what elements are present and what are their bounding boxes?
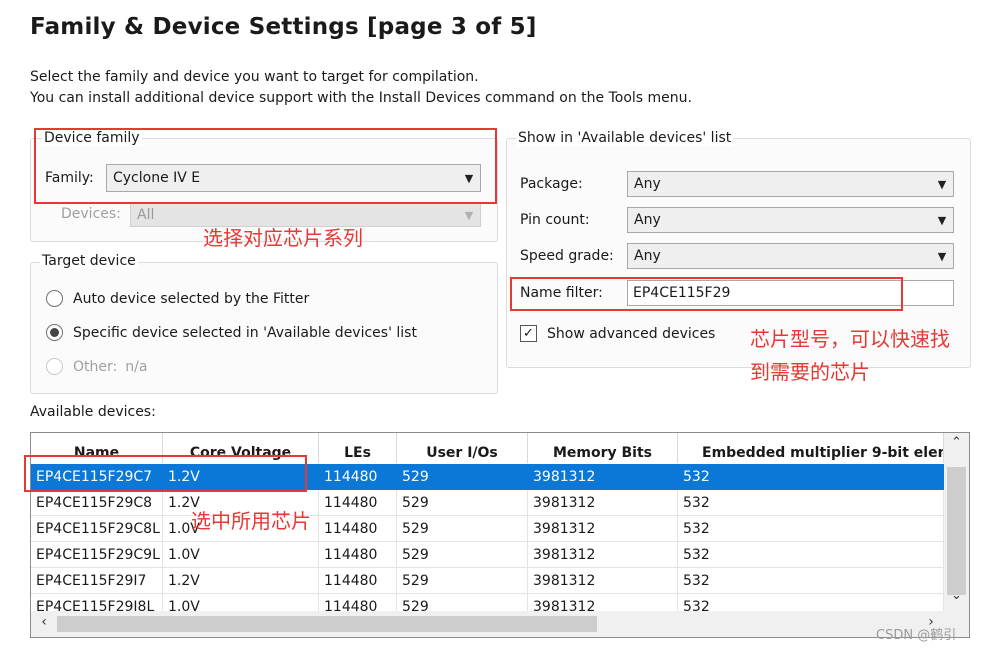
annotation-box-family [34, 128, 497, 204]
description-line-2: You can install additional device suppor… [30, 90, 692, 106]
pin-count-value: Any [634, 212, 661, 228]
cell-les: 114480 [319, 568, 397, 594]
annotation-box-name-filter [510, 277, 903, 311]
column-header-les[interactable]: LEs [319, 433, 397, 463]
annotation-family-note: 选择对应芯片系列 [203, 226, 363, 250]
cell-name: EP4CE115F29C9L [31, 542, 163, 568]
vertical-scroll-thumb[interactable] [947, 467, 966, 595]
cell-embedded-multiplier: 532 [678, 490, 944, 516]
cell-core-voltage: 1.2V [163, 568, 319, 594]
table-row[interactable]: EP4CE115F29C8 1.2V 114480 529 3981312 53… [31, 490, 944, 516]
cell-embedded-multiplier: 532 [678, 464, 944, 490]
cell-core-voltage: 1.0V [163, 542, 319, 568]
cell-user-ios: 529 [397, 516, 528, 542]
cell-user-ios: 529 [397, 568, 528, 594]
radio-specific-label: Specific device selected in 'Available d… [73, 324, 417, 341]
cell-embedded-multiplier: 532 [678, 516, 944, 542]
radio-other-label: Other: [73, 358, 118, 375]
horizontal-scroll-thumb[interactable] [57, 616, 597, 632]
cell-user-ios: 529 [397, 542, 528, 568]
cell-name: EP4CE115F29I7 [31, 568, 163, 594]
description-line-1: Select the family and device you want to… [30, 69, 479, 85]
show-in-list-group-label: Show in 'Available devices' list [516, 130, 734, 146]
annotation-select-note: 选中所用芯片 [191, 509, 311, 533]
package-label: Package: [520, 176, 583, 192]
package-dropdown[interactable]: Any ▼ [627, 171, 954, 197]
table-row[interactable]: EP4CE115F29C8L 1.0V 114480 529 3981312 5… [31, 516, 944, 542]
cell-memory-bits: 3981312 [528, 542, 678, 568]
radio-auto-device[interactable]: Auto device selected by the Fitter [46, 290, 309, 307]
table-row[interactable]: EP4CE115F29C9L 1.0V 114480 529 3981312 5… [31, 542, 944, 568]
page-title: Family & Device Settings [page 3 of 5] [30, 14, 537, 40]
annotation-filter-note-line2: 到需要的芯片 [750, 360, 870, 384]
devices-label: Devices: [61, 206, 121, 222]
chevron-down-icon: ▼ [464, 208, 474, 222]
radio-button-selected[interactable] [46, 324, 63, 341]
cell-user-ios: 529 [397, 464, 528, 490]
cell-name: EP4CE115F29C8 [31, 490, 163, 516]
annotation-filter-note-line1: 芯片型号，可以快速找 [750, 327, 950, 351]
show-advanced-label: Show advanced devices [547, 325, 716, 342]
pin-count-label: Pin count: [520, 212, 590, 228]
watermark: CSDN @鹤引 [876, 628, 957, 643]
cell-memory-bits: 3981312 [528, 516, 678, 542]
cell-memory-bits: 3981312 [528, 568, 678, 594]
vertical-scrollbar[interactable]: ⌃ ⌄ [944, 433, 969, 611]
speed-grade-label: Speed grade: [520, 248, 614, 264]
radio-other-device[interactable]: Other: n/a [46, 358, 147, 375]
cell-name: EP4CE115F29C8L [31, 516, 163, 542]
horizontal-scrollbar[interactable]: ‹ › [31, 611, 944, 637]
cell-memory-bits: 3981312 [528, 464, 678, 490]
table-row[interactable]: EP4CE115F29I7 1.2V 114480 529 3981312 53… [31, 568, 944, 594]
cell-memory-bits: 3981312 [528, 490, 678, 516]
chevron-up-icon[interactable]: ⌃ [944, 435, 969, 457]
show-advanced-devices-checkbox[interactable]: ✓ Show advanced devices [520, 325, 715, 342]
annotation-box-selected-device [24, 455, 307, 492]
chevron-down-icon: ▼ [937, 213, 947, 227]
devices-value: All [137, 207, 155, 223]
cell-embedded-multiplier: 532 [678, 542, 944, 568]
target-device-group-label: Target device [40, 253, 138, 269]
cell-user-ios: 529 [397, 490, 528, 516]
radio-other-value: n/a [125, 358, 148, 375]
cell-les: 114480 [319, 490, 397, 516]
chevron-left-icon[interactable]: ‹ [33, 614, 55, 634]
column-header-memory-bits[interactable]: Memory Bits [528, 433, 678, 463]
checkmark-icon[interactable]: ✓ [520, 325, 537, 342]
chevron-down-icon: ▼ [937, 249, 947, 263]
column-header-embedded-multiplier[interactable]: Embedded multiplier 9-bit elem [678, 433, 944, 463]
radio-auto-label: Auto device selected by the Fitter [73, 290, 310, 307]
chevron-down-icon: ▼ [937, 177, 947, 191]
cell-les: 114480 [319, 542, 397, 568]
cell-les: 114480 [319, 516, 397, 542]
column-header-user-ios[interactable]: User I/Os [397, 433, 528, 463]
radio-dot-icon [50, 328, 59, 337]
cell-les: 114480 [319, 464, 397, 490]
package-value: Any [634, 176, 661, 192]
radio-button[interactable] [46, 290, 63, 307]
speed-grade-value: Any [634, 248, 661, 264]
cell-embedded-multiplier: 532 [678, 568, 944, 594]
chevron-down-icon[interactable]: ⌄ [944, 588, 969, 610]
radio-button-disabled[interactable] [46, 358, 63, 375]
speed-grade-dropdown[interactable]: Any ▼ [627, 243, 954, 269]
radio-specific-device[interactable]: Specific device selected in 'Available d… [46, 324, 417, 341]
available-devices-label: Available devices: [30, 404, 156, 420]
pin-count-dropdown[interactable]: Any ▼ [627, 207, 954, 233]
